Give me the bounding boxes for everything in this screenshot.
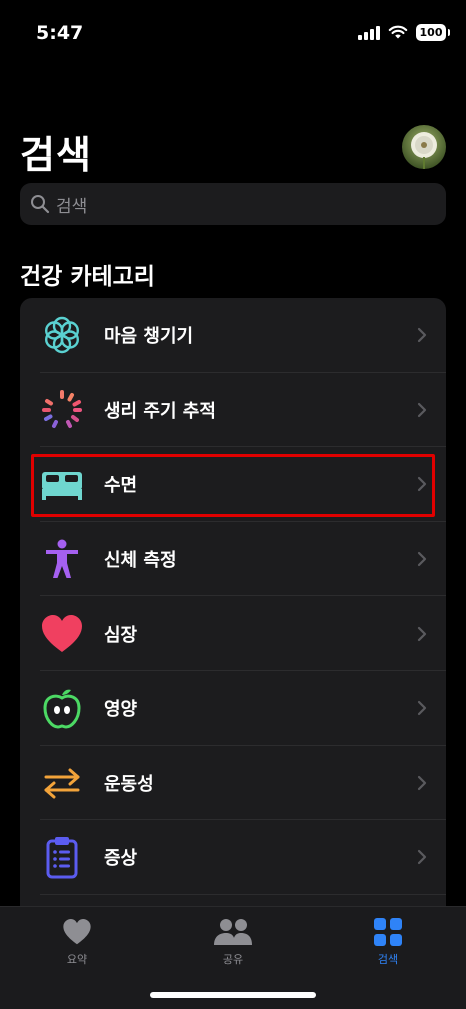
search-icon: [31, 195, 50, 214]
status-time: 5:47: [36, 22, 84, 44]
nutrition-apple-icon: [40, 686, 84, 730]
category-label: 수면: [104, 475, 138, 497]
mindfulness-icon: [40, 313, 84, 357]
dandelion-avatar-icon: [402, 125, 446, 169]
row-divider: [40, 893, 446, 895]
cycle-tracking-icon: [40, 388, 84, 432]
chevron-right-icon: [417, 701, 427, 716]
chevron-right-icon: [417, 551, 427, 567]
category-label: 운동성: [104, 773, 154, 795]
category-row-nutrition[interactable]: 영양: [20, 671, 446, 746]
category-row-mindfulness[interactable]: 마음 챙기기: [20, 298, 446, 373]
mobility-arrows-icon: [40, 761, 84, 805]
chevron-right-icon: [417, 775, 427, 790]
tab-summary[interactable]: 요약: [17, 917, 137, 967]
chevron-right-icon: [417, 402, 427, 417]
grid-icon: [374, 918, 402, 946]
chevron-right-icon: [417, 850, 427, 865]
category-row-sleep[interactable]: 수면: [20, 447, 446, 522]
category-row-body-measurements[interactable]: 신체 측정: [20, 522, 446, 597]
tab-label: 공유: [222, 953, 244, 966]
chevron-right-icon: [417, 477, 427, 492]
symptoms-clipboard-icon: [40, 835, 84, 879]
chevron-right-icon: [417, 626, 427, 641]
cellular-signal-icon: [358, 25, 380, 40]
category-row-heart[interactable]: 심장: [20, 596, 446, 671]
health-category-list: 마음 챙기기 생리 주기 추적 수면 신체 측정 심장 영양 운동성 증상: [20, 298, 446, 918]
tab-label: 요약: [66, 953, 88, 966]
status-bar: 5:47 100: [0, 0, 466, 60]
chevron-right-icon: [417, 328, 427, 343]
section-title: 건강 카테고리: [20, 264, 155, 290]
category-label: 영양: [104, 699, 138, 721]
home-indicator[interactable]: [150, 992, 316, 998]
tab-search[interactable]: 검색: [328, 917, 448, 967]
search-placeholder: 검색: [56, 196, 88, 217]
category-label: 증상: [104, 848, 138, 870]
status-icons: 100: [358, 24, 450, 41]
page-title: 검색: [20, 133, 92, 177]
heart-icon: [40, 612, 84, 656]
sleep-bed-icon: [40, 462, 84, 506]
category-row-mobility[interactable]: 운동성: [20, 746, 446, 821]
tab-label: 검색: [377, 953, 399, 966]
category-label: 마음 챙기기: [104, 326, 194, 348]
category-row-cycle-tracking[interactable]: 생리 주기 추적: [20, 373, 446, 448]
profile-avatar[interactable]: [402, 125, 446, 169]
body-measurements-icon: [40, 537, 84, 581]
category-row-symptoms[interactable]: 증상: [20, 820, 446, 895]
category-label: 생리 주기 추적: [104, 400, 216, 422]
heart-icon: [63, 919, 91, 945]
category-label: 신체 측정: [104, 550, 177, 572]
battery-icon: 100: [416, 24, 450, 41]
wifi-icon: [388, 25, 408, 39]
category-label: 심장: [104, 624, 138, 646]
search-input[interactable]: 검색: [20, 183, 446, 225]
people-icon: [214, 919, 252, 945]
tab-sharing[interactable]: 공유: [173, 917, 293, 967]
